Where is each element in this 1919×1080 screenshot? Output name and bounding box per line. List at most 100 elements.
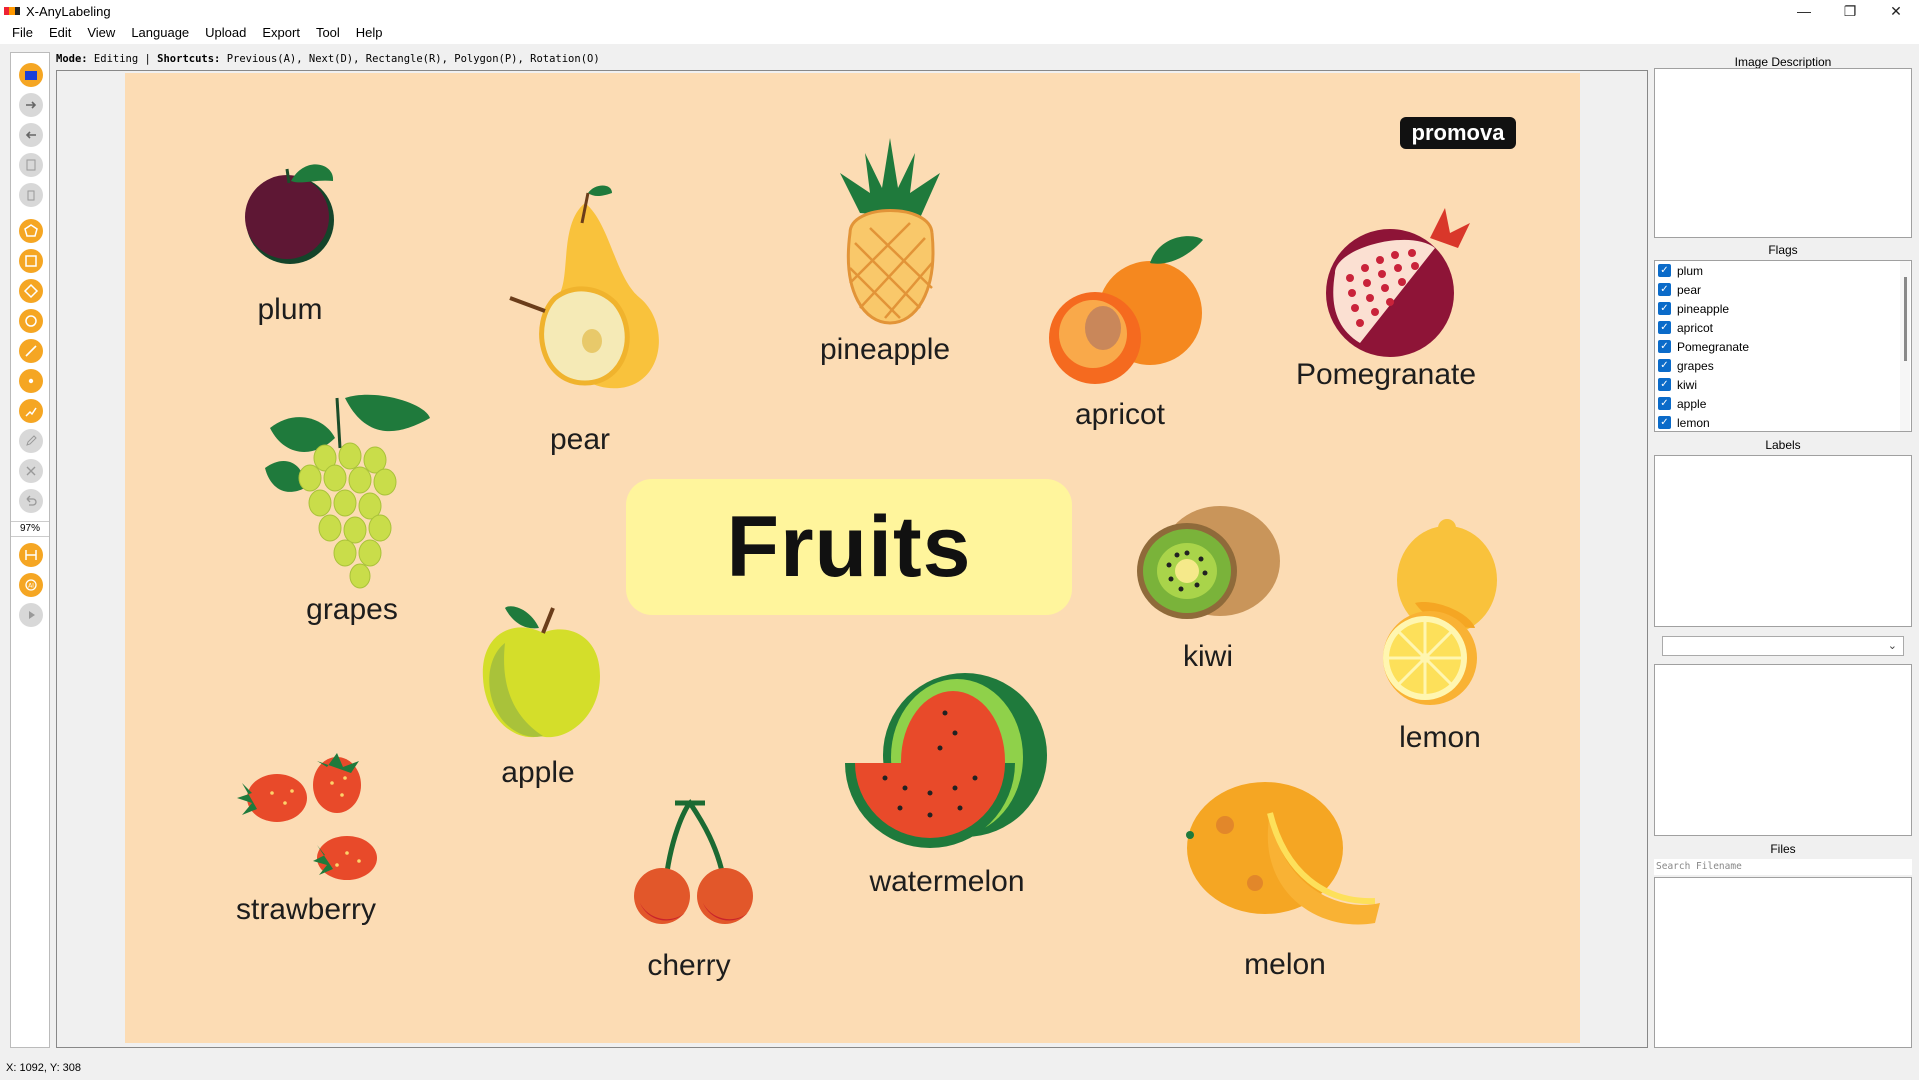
checkbox-checked-icon[interactable]: ✓ xyxy=(1658,321,1671,334)
flag-item[interactable]: ✓ Pomegranate xyxy=(1655,337,1911,356)
grapes-illustration xyxy=(265,394,430,589)
delete-shape-icon[interactable] xyxy=(19,459,43,483)
checkbox-checked-icon[interactable]: ✓ xyxy=(1658,283,1671,296)
lemon-illustration xyxy=(1383,519,1497,705)
label-kiwi: kiwi xyxy=(1183,640,1233,673)
menu-export[interactable]: Export xyxy=(254,22,308,44)
plum-illustration xyxy=(245,164,334,264)
pineapple-illustration xyxy=(840,138,940,325)
label-pear: pear xyxy=(549,423,611,456)
label-filter-dropdown[interactable]: ⌄ xyxy=(1662,636,1904,656)
search-filename-input[interactable]: Search Filename xyxy=(1654,859,1912,875)
image-description-box[interactable] xyxy=(1654,68,1912,238)
edit-icon[interactable] xyxy=(19,429,43,453)
flag-item[interactable]: ✓ apricot xyxy=(1655,318,1911,337)
apple-illustration xyxy=(482,606,600,738)
pear-illustration xyxy=(509,185,659,389)
watermelon-illustration xyxy=(845,673,1047,848)
menu-tool[interactable]: Tool xyxy=(308,22,348,44)
rotation-icon[interactable] xyxy=(19,279,43,303)
left-toolbar: 97% AI xyxy=(10,52,50,1048)
checkbox-checked-icon[interactable]: ✓ xyxy=(1658,340,1671,353)
open-file-icon[interactable] xyxy=(19,63,43,87)
undo-icon[interactable] xyxy=(19,489,43,513)
flag-label: grapes xyxy=(1677,358,1714,373)
fit-width-icon[interactable] xyxy=(19,543,43,567)
rectangle-icon[interactable] xyxy=(19,249,43,273)
labels-list[interactable] xyxy=(1654,455,1912,627)
flag-item[interactable]: ✓ apple xyxy=(1655,394,1911,413)
checkbox-checked-icon[interactable]: ✓ xyxy=(1658,302,1671,315)
cursor-position: X: 1092, Y: 308 xyxy=(6,1062,82,1074)
minimize-button[interactable]: — xyxy=(1781,0,1827,22)
files-title: Files xyxy=(1770,842,1796,856)
prev-image-icon[interactable] xyxy=(19,123,43,147)
close-button[interactable]: ✕ xyxy=(1873,0,1919,22)
flag-label: Pomegranate xyxy=(1677,339,1750,354)
circle-icon[interactable] xyxy=(19,309,43,333)
flag-label: lemon xyxy=(1677,415,1710,430)
menu-upload[interactable]: Upload xyxy=(197,22,254,44)
checkbox-checked-icon[interactable]: ✓ xyxy=(1658,264,1671,277)
menu-language[interactable]: Language xyxy=(123,22,197,44)
checkbox-checked-icon[interactable]: ✓ xyxy=(1658,359,1671,372)
menu-file[interactable]: File xyxy=(4,22,41,44)
flags-title: Flags xyxy=(1768,243,1798,257)
point-icon[interactable] xyxy=(19,369,43,393)
menu-edit[interactable]: Edit xyxy=(41,22,79,44)
checkbox-checked-icon[interactable]: ✓ xyxy=(1658,416,1671,429)
shapes-list[interactable] xyxy=(1654,664,1912,836)
label-grapes: grapes xyxy=(306,593,398,626)
svg-text:AI: AI xyxy=(28,583,34,590)
title-bar: X-AnyLabeling — ❐ ✕ xyxy=(0,0,1919,22)
label-melon: melon xyxy=(1244,948,1326,981)
menu-help[interactable]: Help xyxy=(348,22,391,44)
flag-label: apricot xyxy=(1677,320,1714,335)
label-strawberry: strawberry xyxy=(235,893,377,926)
play-icon[interactable] xyxy=(19,603,43,627)
right-panel: Image Description Flags ✓ plum ✓ pear ✓ pin… xyxy=(1654,52,1912,1048)
label-plum: plum xyxy=(257,293,323,326)
title-box: Fruits xyxy=(626,479,1072,615)
save-icon[interactable] xyxy=(19,153,43,177)
scroll-thumb[interactable] xyxy=(1904,277,1907,361)
flag-item[interactable]: ✓ pineapple xyxy=(1655,299,1911,318)
flag-label: plum xyxy=(1677,263,1704,278)
flag-item[interactable]: ✓ grapes xyxy=(1655,356,1911,375)
flag-item[interactable]: ✓ kiwi xyxy=(1655,375,1911,394)
restore-button[interactable]: ❐ xyxy=(1827,0,1873,22)
checkbox-checked-icon[interactable]: ✓ xyxy=(1658,378,1671,391)
polygon-icon[interactable] xyxy=(19,219,43,243)
flag-label: apple xyxy=(1677,396,1707,411)
next-image-icon[interactable] xyxy=(19,93,43,117)
linestrip-icon[interactable] xyxy=(19,399,43,423)
flag-item[interactable]: ✓ lemon xyxy=(1655,413,1911,432)
fruit-image[interactable]: promova Fruits plum pear pineapple apric… xyxy=(125,73,1580,1043)
flags-list[interactable]: ✓ plum ✓ pear ✓ pineapple ✓ apricot ✓ Pomegra… xyxy=(1654,260,1912,432)
label-pomegranate: Pomegranate xyxy=(1295,358,1477,391)
flag-item[interactable]: ✓ plum xyxy=(1655,261,1911,280)
flag-label: pear xyxy=(1677,282,1702,297)
canvas-area[interactable]: promova Fruits plum pear pineapple apric… xyxy=(56,70,1648,1048)
flags-scrollbar[interactable] xyxy=(1900,261,1910,431)
label-apple: apple xyxy=(501,756,575,789)
ai-icon[interactable]: AI xyxy=(19,573,43,597)
shortcuts-label: Shortcuts: xyxy=(157,53,221,65)
label-watermelon: watermelon xyxy=(869,865,1025,898)
menu-view[interactable]: View xyxy=(79,22,123,44)
shortcuts-value: Previous(A), Next(D), Rectangle(R), Poly… xyxy=(220,53,600,65)
label-apricot: apricot xyxy=(1074,398,1166,431)
apricot-illustration xyxy=(1049,236,1203,384)
menu-bar: File Edit View Language Upload Export To… xyxy=(0,22,1919,44)
delete-file-icon[interactable] xyxy=(19,183,43,207)
brand-logo: promova xyxy=(1400,117,1516,149)
mode-value: Editing | xyxy=(87,53,158,65)
app-logo-icon xyxy=(4,7,20,15)
image-description-title: Image Description xyxy=(1734,55,1832,69)
checkbox-checked-icon[interactable]: ✓ xyxy=(1658,397,1671,410)
line-icon[interactable] xyxy=(19,339,43,363)
files-list[interactable] xyxy=(1654,877,1912,1048)
flag-item[interactable]: ✓ pear xyxy=(1655,280,1911,299)
zoom-level[interactable]: 97% xyxy=(11,521,49,537)
chevron-down-icon: ⌄ xyxy=(1887,640,1897,652)
